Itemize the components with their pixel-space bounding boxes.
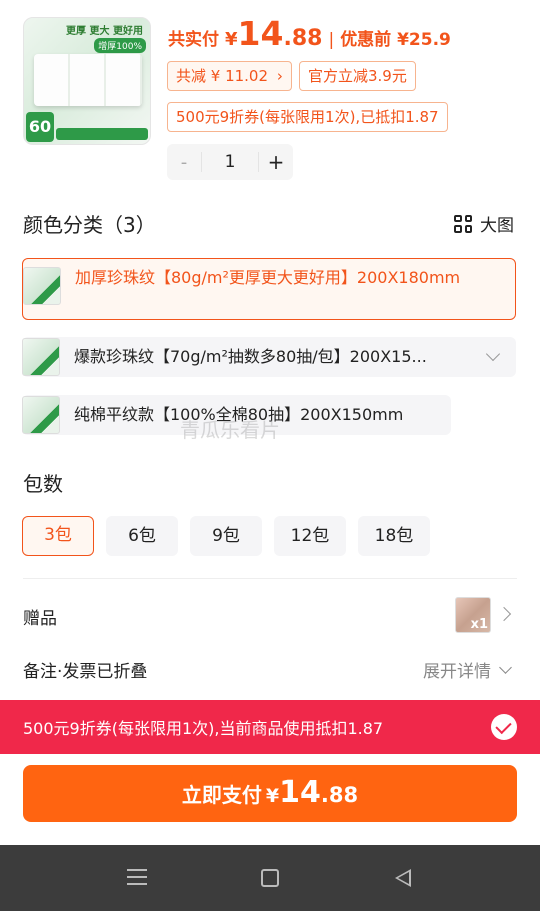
total-saving-chip[interactable]: 共减 ¥ 11.02 › bbox=[167, 61, 292, 91]
option-thumbnail bbox=[22, 338, 60, 376]
thumb-tagline: 更厚 更大 更好用 bbox=[66, 26, 143, 37]
total-pay-label: 共实付 bbox=[168, 30, 219, 50]
pack-option-12[interactable]: 12包 bbox=[274, 516, 346, 556]
option-thumbnail bbox=[22, 396, 60, 434]
tissue-packs-image bbox=[34, 54, 142, 106]
pack-option-3[interactable]: 3包 bbox=[22, 516, 94, 556]
expand-label: 展开详情 bbox=[423, 662, 491, 682]
gift-thumbnail[interactable]: x1 bbox=[455, 597, 491, 633]
pack-option-6[interactable]: 6包 bbox=[106, 516, 178, 556]
expand-details-button[interactable]: 展开详情 bbox=[423, 657, 512, 682]
back-icon[interactable] bbox=[395, 869, 411, 887]
menu-icon[interactable] bbox=[127, 869, 147, 885]
coupon-bar-text: 500元9折券(每张限用1次),当前商品使用抵扣1.87 bbox=[23, 719, 384, 738]
coupon-bar[interactable]: 500元9折券(每张限用1次),当前商品使用抵扣1.87 bbox=[0, 700, 540, 754]
price-decimal: .88 bbox=[283, 26, 323, 51]
original-price: 优惠前 ¥25.9 bbox=[340, 30, 451, 50]
big-view-label: 大图 bbox=[480, 216, 514, 236]
quantity-stepper: - 1 + bbox=[167, 144, 293, 180]
increase-button[interactable]: + bbox=[259, 150, 293, 174]
pay-button-currency: ¥ bbox=[265, 785, 280, 807]
color-section-title: 颜色分类（3） bbox=[23, 213, 156, 237]
thumb-badge: 增厚100% bbox=[94, 38, 146, 53]
option-thumbnail bbox=[23, 267, 61, 305]
color-option-label: 爆款珍珠纹【70g/m²抽数多80抽/包】200X15... bbox=[74, 347, 427, 366]
gift-label: 赠品 bbox=[23, 609, 57, 629]
chevron-right-icon: › bbox=[276, 67, 283, 85]
thumb-strip bbox=[56, 128, 148, 140]
quantity-value[interactable]: 1 bbox=[201, 152, 259, 172]
coupon-chip: 500元9折券(每张限用1次),已抵扣1.87 bbox=[167, 102, 448, 132]
pack-options: 3包 6包 9包 12包 18包 bbox=[22, 516, 430, 556]
price-integer: 14 bbox=[237, 14, 284, 53]
section-divider bbox=[23, 578, 517, 579]
thumb-count: 60 bbox=[26, 112, 54, 142]
system-nav-bar bbox=[0, 845, 540, 911]
total-saving-text: 共减 ¥ 11.02 bbox=[176, 67, 269, 85]
total-pay-line: 共实付 ¥ 14 .88 | 优惠前 ¥25.9 bbox=[168, 14, 451, 53]
currency-symbol: ¥ bbox=[225, 29, 238, 50]
gift-quantity-badge: x1 bbox=[470, 617, 488, 632]
decrease-button[interactable]: - bbox=[167, 152, 201, 173]
remark-label: 备注·发票已折叠 bbox=[23, 662, 148, 682]
chevron-down-icon bbox=[499, 661, 512, 674]
pay-now-button[interactable]: 立即支付 ¥ 14 .88 bbox=[23, 765, 517, 822]
pay-button-label: 立即支付 bbox=[181, 783, 262, 807]
official-discount-chip: 官方立减3.9元 bbox=[299, 61, 416, 91]
chevron-down-icon bbox=[485, 346, 501, 362]
pay-button-price-dec: .88 bbox=[320, 783, 359, 807]
big-view-button[interactable]: 大图 bbox=[454, 211, 514, 236]
color-option-pearl-80g[interactable]: 加厚珍珠纹【80g/m²更厚更大更好用】200X180mm bbox=[22, 258, 516, 320]
color-option-pearl-70g[interactable]: 爆款珍珠纹【70g/m²抽数多80抽/包】200X15... bbox=[22, 337, 516, 377]
grid-icon bbox=[454, 214, 472, 233]
chevron-right-icon[interactable] bbox=[496, 606, 512, 622]
watermark: 青瓜乐看片 bbox=[180, 418, 280, 442]
check-circle-icon[interactable] bbox=[491, 714, 517, 740]
product-thumbnail[interactable]: 更厚 更大 更好用 增厚100% 60 bbox=[23, 17, 151, 145]
color-option-label: 加厚珍珠纹【80g/m²更厚更大更好用】200X180mm bbox=[75, 268, 461, 287]
pack-option-9[interactable]: 9包 bbox=[190, 516, 262, 556]
pay-button-price-int: 14 bbox=[279, 775, 321, 810]
pack-section-title: 包数 bbox=[23, 472, 63, 496]
home-icon[interactable] bbox=[261, 869, 279, 887]
pack-option-18[interactable]: 18包 bbox=[358, 516, 430, 556]
price-separator: | bbox=[328, 30, 335, 50]
